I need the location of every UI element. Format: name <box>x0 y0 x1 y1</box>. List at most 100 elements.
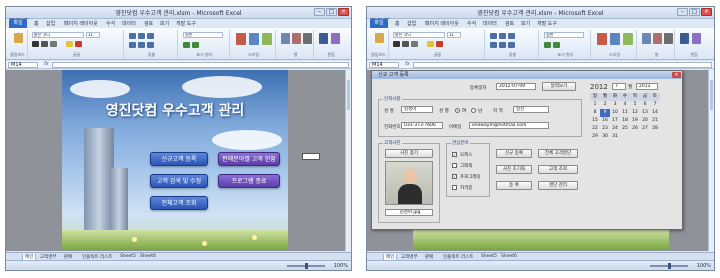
underline-icon[interactable] <box>50 41 57 47</box>
all-customers-button[interactable]: 전체 고객명단 <box>538 149 578 158</box>
email-field[interactable]: onewaym@hotmail.com <box>469 122 549 129</box>
interest-graphic-checkbox[interactable] <box>452 163 457 168</box>
calendar-day[interactable]: 20 <box>640 117 650 125</box>
formula-input[interactable] <box>413 62 712 68</box>
view-buttons[interactable] <box>262 263 283 270</box>
search-customer-button[interactable]: 고객 조회 <box>538 165 578 174</box>
list-manage-button[interactable]: 명단 관리 <box>538 181 578 190</box>
find-photo-button[interactable]: 사진 찾기 <box>385 149 433 158</box>
sum-icon[interactable] <box>680 33 689 44</box>
phone-field[interactable]: 031-373-7606 <box>401 122 443 129</box>
cell-styles-icon[interactable] <box>262 33 272 45</box>
vertical-scrollbar[interactable] <box>708 70 714 251</box>
sales-by-category-button[interactable]: 판매분야별 고객 현황 <box>218 152 280 166</box>
font-size-box[interactable]: 11 <box>86 32 100 38</box>
calendar-day[interactable]: 14 <box>650 109 660 117</box>
close-button[interactable]: × <box>338 8 349 16</box>
tab-insert[interactable]: 삽입 <box>407 20 416 27</box>
dialog-close-button[interactable]: × <box>672 72 681 78</box>
italic-icon[interactable] <box>402 41 409 47</box>
calendar-day[interactable]: 8 <box>590 109 600 117</box>
interest-office-checkbox[interactable]: ✓ <box>452 152 457 157</box>
zoom-slider[interactable] <box>287 263 325 269</box>
formula-input[interactable] <box>52 62 349 68</box>
scroll-thumb[interactable] <box>347 80 350 110</box>
calendar-day[interactable]: 21 <box>650 117 660 125</box>
calendar-day[interactable]: 10 <box>610 109 620 117</box>
zoom-thumb[interactable] <box>668 263 671 269</box>
calendar-day[interactable]: 16 <box>600 117 610 125</box>
scroll-thumb[interactable] <box>710 80 713 110</box>
tab-review[interactable]: 검토 <box>144 20 153 27</box>
calendar-day[interactable]: 4 <box>620 101 630 109</box>
sheet-tab-5[interactable]: Sheet5 <box>120 254 136 259</box>
delete-cells-icon[interactable] <box>653 33 662 44</box>
zoom-slider[interactable] <box>650 263 688 269</box>
name-box[interactable]: M14 <box>369 62 399 68</box>
name-field[interactable]: 김성아 <box>401 106 433 113</box>
tab-file[interactable]: 파일 <box>370 19 388 28</box>
zoom-thumb[interactable] <box>305 263 308 269</box>
align-middle-icon[interactable] <box>499 33 506 39</box>
calendar-day[interactable]: 7 <box>650 101 660 109</box>
tab-file[interactable]: 파일 <box>9 19 27 28</box>
paste-icon[interactable] <box>14 33 23 43</box>
worksheet-area[interactable]: 신규 고객 등록 × 등록일자 2012-07-09 달력보기 인적사항 성 명… <box>367 70 714 251</box>
calendar-month-select[interactable]: 7 <box>612 83 626 90</box>
gender-female-radio[interactable] <box>455 108 460 113</box>
worksheet-area[interactable]: 영진닷컴 우수고객 관리 신규고객 등록 판매분야별 고객 현황 고객 검색 및… <box>6 70 351 251</box>
interest-programming-checkbox[interactable]: ✓ <box>452 174 457 179</box>
sum-icon[interactable] <box>319 33 328 44</box>
align-left-icon[interactable] <box>490 42 497 48</box>
calendar-day[interactable]: 30 <box>600 133 610 141</box>
italic-icon[interactable] <box>41 41 48 47</box>
calendar-control[interactable]: 2012 7 월 2012 일 월 화 수 목 금 토 1 2 3 4 5 6 7 8 9 10 11 12 13 14… <box>590 83 664 157</box>
tab-developer[interactable]: 개발 도구 <box>176 20 196 27</box>
number-format-box[interactable]: 일반 <box>183 32 223 38</box>
font-color-icon[interactable] <box>436 41 443 47</box>
calendar-day[interactable]: 27 <box>640 125 650 133</box>
conditional-format-icon[interactable] <box>236 33 246 45</box>
percent-icon[interactable] <box>192 42 199 48</box>
tab-insert[interactable]: 삽입 <box>46 20 55 27</box>
tab-view[interactable]: 보기 <box>160 20 169 27</box>
calendar-day[interactable]: 29 <box>590 133 600 141</box>
align-top-icon[interactable] <box>490 33 497 39</box>
tab-formulas[interactable]: 수식 <box>467 20 476 27</box>
format-cells-icon[interactable] <box>303 33 312 44</box>
calendar-year-select[interactable]: 2012 <box>636 83 658 90</box>
tab-page-layout[interactable]: 페이지 레이아웃 <box>425 20 459 27</box>
font-name-box[interactable]: 맑은 고딕 <box>393 32 445 38</box>
calendar-day[interactable]: 15 <box>590 117 600 125</box>
calendar-day[interactable]: 25 <box>620 125 630 133</box>
photo-filename-field[interactable]: 김성아.jpg <box>385 209 433 216</box>
zoom-level[interactable]: 100% <box>697 263 711 269</box>
tab-data[interactable]: 데이터 <box>483 20 497 27</box>
wrap-text-icon[interactable] <box>508 33 515 39</box>
paste-icon[interactable] <box>375 33 384 43</box>
register-button[interactable]: 등 록 <box>496 181 532 190</box>
calendar-day[interactable]: 2 <box>600 101 610 109</box>
calendar-day[interactable]: 5 <box>630 101 640 109</box>
calendar-day[interactable]: 26 <box>630 125 640 133</box>
register-customer-button[interactable]: 신규고객 등록 <box>150 152 208 166</box>
tab-review[interactable]: 검토 <box>505 20 514 27</box>
reset-photo-button[interactable]: 사진 초기화 <box>496 165 532 174</box>
align-left-icon[interactable] <box>129 42 136 48</box>
calendar-day[interactable]: 13 <box>640 109 650 117</box>
font-name-box[interactable]: 맑은 고딕 <box>32 32 84 38</box>
vertical-scrollbar[interactable] <box>345 70 351 251</box>
underline-icon[interactable] <box>411 41 418 47</box>
calendar-day[interactable]: 19 <box>630 117 640 125</box>
bold-icon[interactable] <box>32 41 39 47</box>
calendar-day[interactable]: 28 <box>650 125 660 133</box>
calendar-day[interactable]: 17 <box>610 117 620 125</box>
align-top-icon[interactable] <box>129 33 136 39</box>
name-box[interactable]: M14 <box>8 62 38 68</box>
calendar-day[interactable]: 6 <box>640 101 650 109</box>
tab-data[interactable]: 데이터 <box>122 20 136 27</box>
date-field[interactable]: 2012-07-09 <box>496 83 536 90</box>
gender-male-radio[interactable] <box>471 108 476 113</box>
align-middle-icon[interactable] <box>138 33 145 39</box>
format-cells-icon[interactable] <box>664 33 673 44</box>
